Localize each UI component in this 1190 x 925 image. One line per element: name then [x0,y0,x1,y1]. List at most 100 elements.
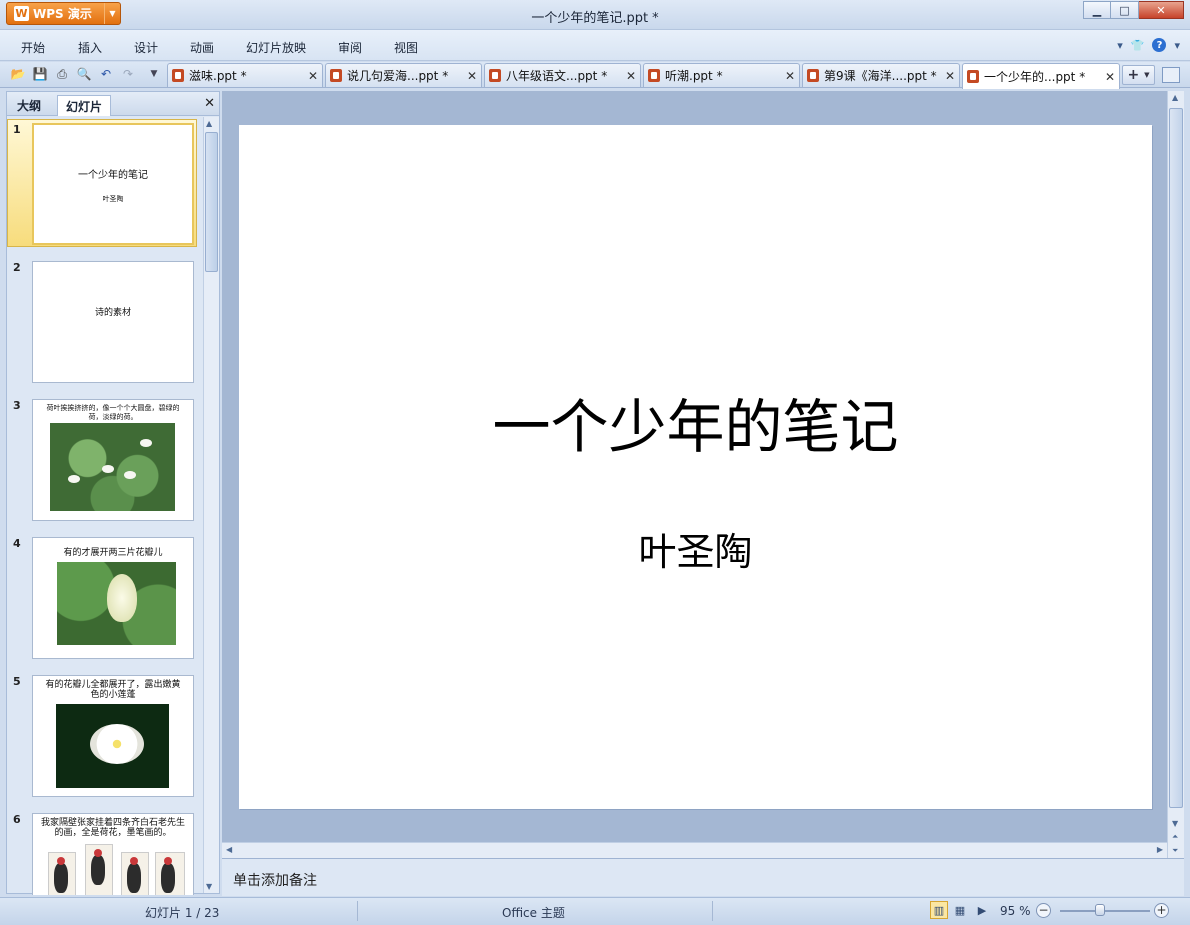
painting-image-1 [48,852,76,895]
help-icon[interactable]: ? [1152,38,1167,52]
new-tab-button[interactable]: + ▼ [1122,65,1155,85]
open-folder-icon[interactable]: 📂 [10,66,26,82]
tab-slides[interactable]: 幻灯片 [57,95,112,116]
zoom-slider-track[interactable] [1060,910,1150,912]
slideshow-view-icon[interactable]: ▶ [973,901,991,919]
tab-outline[interactable]: 大纲 [9,95,49,116]
scroll-down-icon[interactable]: ▼ [206,882,212,891]
print-icon[interactable]: ⎙ [54,66,70,82]
slide-thumbnail-3[interactable]: 3 荷叶挨挨挤挤的，像一个个大圆盘，碧绿的荷，淡绿的荷。 [7,395,203,525]
ppt-file-icon [172,69,184,82]
slide-title[interactable]: 一个少年的笔记 [239,380,1152,464]
status-divider [357,901,358,921]
maximize-button[interactable]: □ [1111,1,1139,19]
theme-name[interactable]: Office 主题 [502,904,565,921]
normal-view-icon[interactable]: ▥ [930,901,948,919]
slide-thumbnail-4[interactable]: 4 有的才展开两三片花瓣儿 [7,533,203,663]
skin-shirt-icon[interactable]: 👕 [1131,39,1145,52]
slide-number: 4 [13,537,21,550]
close-tab-icon[interactable]: ✕ [1105,70,1115,84]
title-bar: W WPS 演示 ▼ 一个少年的笔记.ppt * ▁ □ ✕ [0,0,1190,30]
scrollbar-thumb[interactable] [1169,108,1183,808]
menu-right-tools: ▾ 👕 ? ▾ [1117,38,1180,52]
editor-vertical-scrollbar[interactable]: ▲ ▼ ⏶ ⏷ [1167,91,1184,858]
slide-number: 6 [13,813,21,826]
slide-sorter-icon[interactable]: ▦ [951,901,969,919]
doc-tab-6-active[interactable]: 一个少年的...ppt * ✕ [962,63,1120,89]
scroll-right-icon[interactable]: ▶ [1157,845,1163,854]
doc-tab-1[interactable]: 滋味.ppt * ✕ [167,63,323,87]
painting-image-2 [85,844,113,895]
slide-preview: 诗的素材 [32,261,194,383]
scrollbar-thumb[interactable] [205,132,218,272]
notes-placeholder[interactable]: 单击添加备注 [233,870,317,890]
collapse-ribbon-icon[interactable]: ▾ [1117,39,1123,52]
notes-pane[interactable]: 单击添加备注 [222,858,1184,896]
close-tab-icon[interactable]: ✕ [308,69,318,83]
previous-slide-icon[interactable]: ⏶ [1172,832,1178,842]
slide-number: 1 [13,123,21,136]
scroll-up-icon[interactable]: ▲ [1172,93,1178,102]
slide-preview: 我家隔壁张家挂着四条齐白石老先生的画，全是荷花，墨笔画的。 [32,813,194,895]
quick-access-dropdown-icon[interactable]: ▼ [146,66,162,82]
slide-thumbnail-2[interactable]: 2 诗的素材 [7,257,203,387]
menu-review[interactable]: 审阅 [338,39,362,56]
ppt-file-icon [489,69,501,82]
doc-tab-3[interactable]: 八年级语文...ppt * ✕ [484,63,641,87]
undo-icon[interactable]: ↶ [98,66,114,82]
doc-tab-label: 第9课《海洋....ppt * [824,69,937,83]
menu-insert[interactable]: 插入 [78,39,102,56]
thumb-text: 荷叶挨挨挤挤的，像一个个大圆盘，碧绿的荷，淡绿的荷。 [46,404,180,421]
help-dropdown-icon[interactable]: ▾ [1174,39,1180,52]
slide-preview: 一个少年的笔记 叶圣陶 [32,123,194,245]
menu-animation[interactable]: 动画 [190,39,214,56]
save-icon[interactable]: 💾 [32,66,48,82]
close-tab-icon[interactable]: ✕ [785,69,795,83]
close-tab-icon[interactable]: ✕ [945,69,955,83]
slide-thumbnail-5[interactable]: 5 有的花瓣儿全都展开了，露出嫩黄色的小莲蓬 [7,671,203,801]
doc-tab-2[interactable]: 说几句爱海...ppt * ✕ [325,63,482,87]
slide-number: 2 [13,261,21,274]
close-tab-icon[interactable]: ✕ [626,69,636,83]
menu-home[interactable]: 开始 [21,39,45,56]
doc-tab-label: 一个少年的...ppt * [984,70,1086,84]
slide-thumbnail-6[interactable]: 6 我家隔壁张家挂着四条齐白石老先生的画，全是荷花，墨笔画的。 [7,809,203,895]
ppt-file-icon [330,69,342,82]
slide-subtitle[interactable]: 叶圣陶 [239,521,1152,576]
minimize-button[interactable]: ▁ [1083,1,1111,19]
doc-tab-5[interactable]: 第9课《海洋....ppt * ✕ [802,63,960,87]
doc-tab-4[interactable]: 听潮.ppt * ✕ [643,63,800,87]
zoom-level[interactable]: 95 % [1000,904,1031,918]
close-button[interactable]: ✕ [1139,1,1184,19]
window-controls: ▁ □ ✕ [1083,1,1184,19]
zoom-out-icon[interactable]: − [1036,903,1051,918]
scroll-down-icon[interactable]: ▼ [1172,819,1178,828]
next-slide-icon[interactable]: ⏷ [1172,846,1178,856]
scroll-left-icon[interactable]: ◀ [226,845,232,854]
thumb-text: 有的花瓣儿全都展开了，露出嫩黄色的小莲蓬 [45,680,181,700]
close-tab-icon[interactable]: ✕ [467,69,477,83]
slide-counter: 幻灯片 1 / 23 [145,906,220,920]
zoom-slider-knob[interactable] [1095,904,1105,916]
menu-design[interactable]: 设计 [134,39,158,56]
redo-icon[interactable]: ↷ [120,66,136,82]
doc-tab-label: 说几句爱海...ppt * [347,69,449,83]
slide-panel: 大纲 幻灯片 ✕ 1 一个少年的笔记 叶圣陶 2 诗的素材 3 荷叶挨挨挤挤的，… [6,91,220,895]
lotus-bud-image [57,562,176,645]
slide-canvas[interactable]: 一个少年的笔记 叶圣陶 [239,125,1152,809]
print-preview-icon[interactable]: 🔍 [76,66,92,82]
menu-view[interactable]: 视图 [394,39,418,56]
menu-slideshow[interactable]: 幻灯片放映 [246,39,306,56]
thumb-title: 诗的素材 [94,308,131,318]
chevron-down-icon: ▼ [1144,71,1150,79]
slide-thumbnail-1[interactable]: 1 一个少年的笔记 叶圣陶 [7,119,203,249]
close-panel-icon[interactable]: ✕ [204,96,215,111]
scroll-up-icon[interactable]: ▲ [206,119,212,128]
status-bar: 幻灯片 1 / 23 Office 主题 ▥ ▦ ▶ 95 % − + [0,897,1190,925]
ppt-file-icon [967,70,979,83]
editor-horizontal-scrollbar[interactable]: ◀ ▶ [222,842,1167,858]
ppt-file-icon [807,69,819,82]
panel-scrollbar[interactable]: ▲ ▼ [203,117,219,893]
zoom-in-icon[interactable]: + [1154,903,1169,918]
tab-list-icon[interactable] [1162,67,1180,83]
